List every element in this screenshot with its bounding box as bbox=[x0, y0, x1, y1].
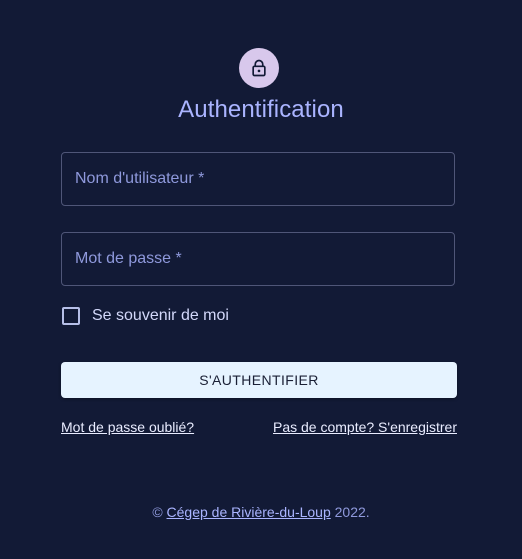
remember-me[interactable]: Se souvenir de moi bbox=[62, 307, 229, 325]
remember-checkbox[interactable] bbox=[62, 307, 80, 325]
copyright-year: 2022. bbox=[334, 504, 370, 520]
lock-icon bbox=[249, 58, 269, 78]
org-link[interactable]: Cégep de Rivière-du-Loup bbox=[167, 504, 331, 520]
forgot-password-link[interactable]: Mot de passe oublié? bbox=[61, 419, 194, 435]
remember-label: Se souvenir de moi bbox=[92, 307, 229, 324]
page-title: Authentification bbox=[178, 96, 344, 123]
sign-in-button[interactable]: S'AUTHENTIFIER bbox=[61, 362, 457, 398]
copyright-symbol: © bbox=[152, 504, 163, 520]
password-field[interactable] bbox=[61, 232, 455, 286]
lock-avatar bbox=[239, 48, 279, 88]
footer: © Cégep de Rivière-du-Loup 2022. bbox=[0, 504, 522, 520]
register-link[interactable]: Pas de compte? S'enregistrer bbox=[273, 419, 457, 435]
username-input[interactable] bbox=[62, 153, 454, 205]
username-field[interactable] bbox=[61, 152, 455, 206]
password-input[interactable] bbox=[62, 233, 454, 285]
